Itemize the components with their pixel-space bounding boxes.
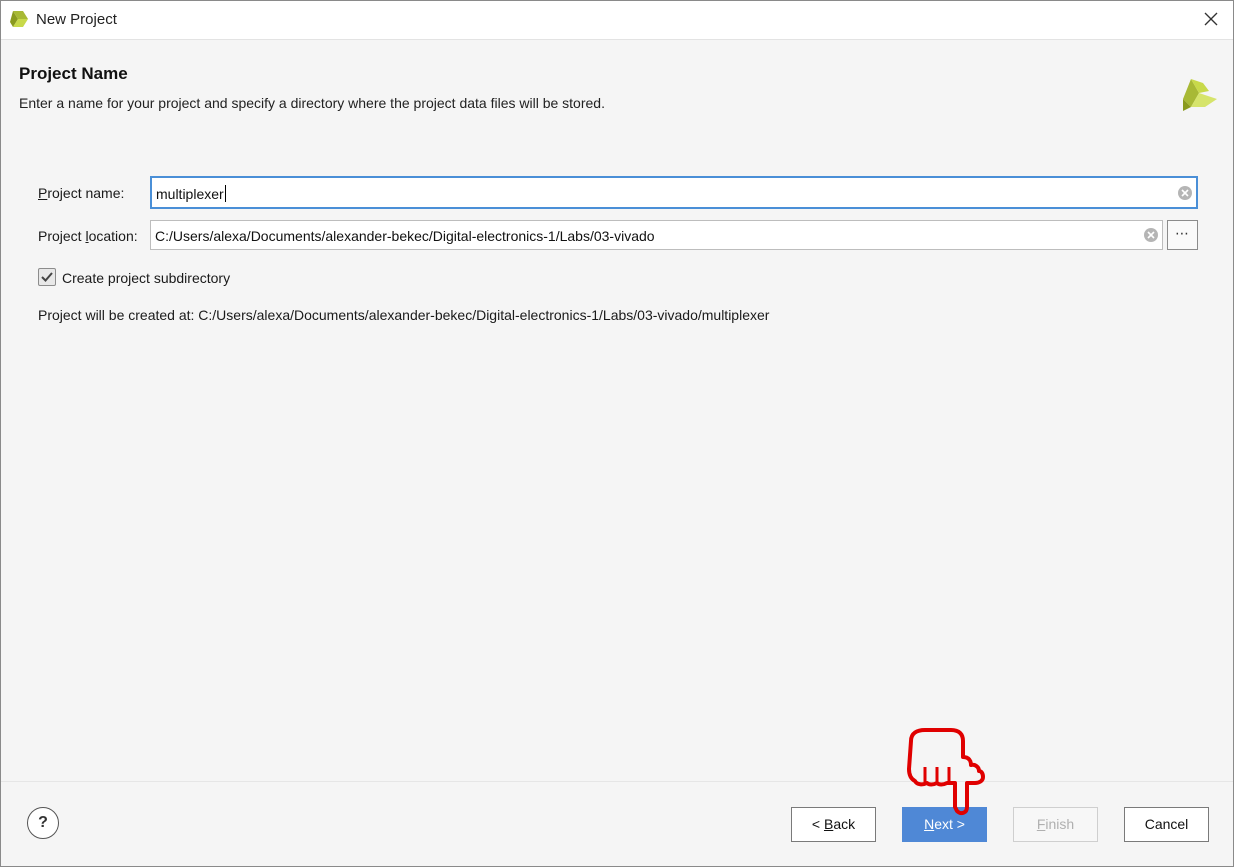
back-button[interactable]: < Back	[791, 807, 876, 842]
cancel-button[interactable]: Cancel	[1124, 807, 1209, 842]
page-description: Enter a name for your project and specif…	[19, 95, 605, 111]
project-created-at-text: Project will be created at: C:/Users/ale…	[38, 307, 770, 323]
back-button-pre: <	[811, 816, 824, 832]
project-location-input[interactable]: C:/Users/alexa/Documents/alexander-bekec…	[150, 220, 1163, 250]
project-name-label-text: roject name:	[47, 185, 125, 201]
pointing-hand-icon	[907, 728, 985, 816]
page-title: Project Name	[19, 64, 128, 83]
window-title: New Project	[36, 11, 117, 28]
finish-button[interactable]: Finish	[1013, 807, 1098, 842]
checkmark-icon	[41, 272, 53, 282]
create-subdirectory-label[interactable]: Create project subdirectory	[62, 270, 230, 286]
text-caret	[224, 185, 226, 202]
vivado-app-icon	[10, 11, 28, 27]
new-project-dialog: New Project Project Name Enter a name fo…	[0, 0, 1234, 867]
project-name-value-text: multiplexer	[156, 186, 224, 202]
project-location-label-post: ocation:	[88, 228, 138, 244]
help-button[interactable]: ?	[27, 807, 59, 839]
close-icon[interactable]	[1199, 7, 1223, 31]
back-button-mnemonic: B	[823, 816, 834, 832]
project-name-label: Project name:	[38, 185, 124, 201]
back-button-post: ack	[833, 816, 856, 832]
project-name-input[interactable]: multiplexer	[150, 176, 1198, 209]
next-button-mnemonic: N	[924, 816, 935, 832]
project-location-label: Project location:	[38, 228, 138, 244]
clear-icon[interactable]	[1143, 227, 1159, 243]
next-button-post: ext >	[934, 816, 965, 832]
title-bar: New Project	[1, 1, 1233, 40]
project-name-label-mnemonic: P	[38, 185, 48, 201]
project-name-value: multiplexer	[156, 185, 226, 202]
footer-divider	[1, 781, 1233, 782]
project-location-label-pre: Project	[38, 228, 86, 244]
browse-location-button[interactable]: ⋯	[1167, 220, 1198, 250]
finish-button-post: inish	[1045, 816, 1075, 832]
project-location-value: C:/Users/alexa/Documents/alexander-bekec…	[155, 228, 655, 244]
clear-icon[interactable]	[1177, 185, 1193, 201]
vivado-logo-icon	[1183, 79, 1217, 111]
create-subdirectory-checkbox[interactable]	[38, 268, 56, 286]
page-header: Project Name Enter a name for your proje…	[1, 40, 1233, 146]
